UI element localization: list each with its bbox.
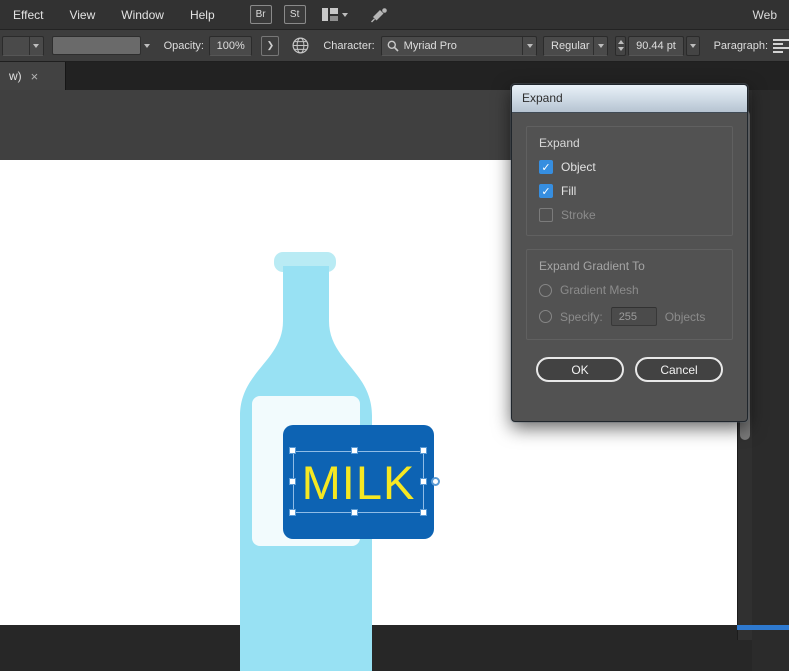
menu-window[interactable]: Window [108,0,177,30]
stroke-label: Stroke [561,208,596,222]
variable-width-dropdown[interactable] [2,36,44,56]
menu-view[interactable]: View [56,0,108,30]
chevron-down-icon [690,44,696,48]
document-tab-label: w) [9,69,22,83]
chevron-down-icon[interactable] [144,44,150,48]
objects-label: Objects [665,310,706,324]
more-options-button[interactable]: ❯ [261,36,279,56]
document-tab[interactable]: w) × [0,62,66,90]
search-icon [387,40,399,52]
menu-effect[interactable]: Effect [0,0,56,30]
expand-group: Expand ✓ Object ✓ Fill Stroke [526,126,733,236]
selection-handle[interactable] [420,509,427,516]
gradient-mesh-label: Gradient Mesh [560,283,639,297]
gradient-group-label: Expand Gradient To [539,259,720,273]
font-style-value: Regular [551,40,593,52]
specify-label: Specify: [560,310,603,324]
object-label: Object [561,160,596,174]
character-label[interactable]: Character: [323,40,374,52]
chevron-down-icon [342,13,348,17]
dialog-buttons: OK Cancel [526,357,733,382]
option-gradient-mesh: Gradient Mesh [539,283,720,297]
chevron-down-icon [33,44,39,48]
menu-bar: Effect View Window Help Br St Web [0,0,789,30]
selection-bounding-box [293,451,424,513]
option-specify: Specify: 255 Objects [539,307,720,326]
canvas-right-margin [752,90,789,671]
stock-button[interactable]: St [284,5,306,24]
font-family-dropdown[interactable]: Myriad Pro [381,36,537,56]
artboard-edge-highlight [737,625,789,630]
font-size-dropdown[interactable] [686,36,700,56]
option-object[interactable]: ✓ Object [539,160,720,174]
specify-radio [539,310,552,323]
expand-group-label: Expand [539,136,720,150]
illustrator-window: Effect View Window Help Br St Web [0,0,789,671]
selection-handle[interactable] [289,509,296,516]
font-family-value: Myriad Pro [404,40,517,52]
opacity-input[interactable]: 100% [209,36,253,56]
align-left-icon[interactable] [773,39,789,53]
brush-definition-field[interactable] [52,36,141,55]
object-checkbox[interactable]: ✓ [539,160,553,174]
selection-handle[interactable] [351,509,358,516]
font-size-input[interactable]: 90.44 pt [628,36,683,56]
close-icon[interactable]: × [31,70,39,83]
bridge-button[interactable]: Br [250,5,272,24]
ok-button[interactable]: OK [536,357,624,382]
cancel-button[interactable]: Cancel [635,357,723,382]
chevron-down-icon [618,47,624,51]
expand-dialog: Expand Expand ✓ Object ✓ Fill Stroke Exp… [511,84,748,422]
selection-handle[interactable] [289,447,296,454]
selection-handle[interactable] [420,478,427,485]
opacity-label[interactable]: Opacity: [164,40,204,52]
gradient-mesh-radio [539,284,552,297]
fill-checkbox[interactable]: ✓ [539,184,553,198]
spray-icon[interactable] [370,7,389,23]
selection-handle[interactable] [351,447,358,454]
selection-anchor-circle[interactable] [431,477,440,486]
chevron-down-icon [598,44,604,48]
paragraph-label[interactable]: Paragraph: [714,40,768,52]
selection-handle[interactable] [289,478,296,485]
dialog-title-bar[interactable]: Expand [512,85,747,112]
workspace-icon [322,8,338,21]
option-stroke: Stroke [539,208,720,222]
gradient-group: Expand Gradient To Gradient Mesh Specify… [526,249,733,340]
font-size-stepper[interactable] [615,36,626,56]
fill-label: Fill [561,184,576,198]
control-bar: Opacity: 100% ❯ Character: Myriad Pro Re… [0,30,789,62]
chevron-down-icon [527,44,533,48]
selection-handle[interactable] [420,447,427,454]
menu-help[interactable]: Help [177,0,228,30]
font-style-dropdown[interactable]: Regular [543,36,608,56]
globe-icon[interactable] [292,37,309,54]
workspace-switcher-button[interactable] [322,8,348,21]
option-fill[interactable]: ✓ Fill [539,184,720,198]
chevron-up-icon [618,40,624,44]
workspace-name-label[interactable]: Web [753,8,789,22]
dialog-body: Expand ✓ Object ✓ Fill Stroke Expand Gra… [512,112,747,394]
stroke-checkbox [539,208,553,222]
specify-input: 255 [611,307,657,326]
